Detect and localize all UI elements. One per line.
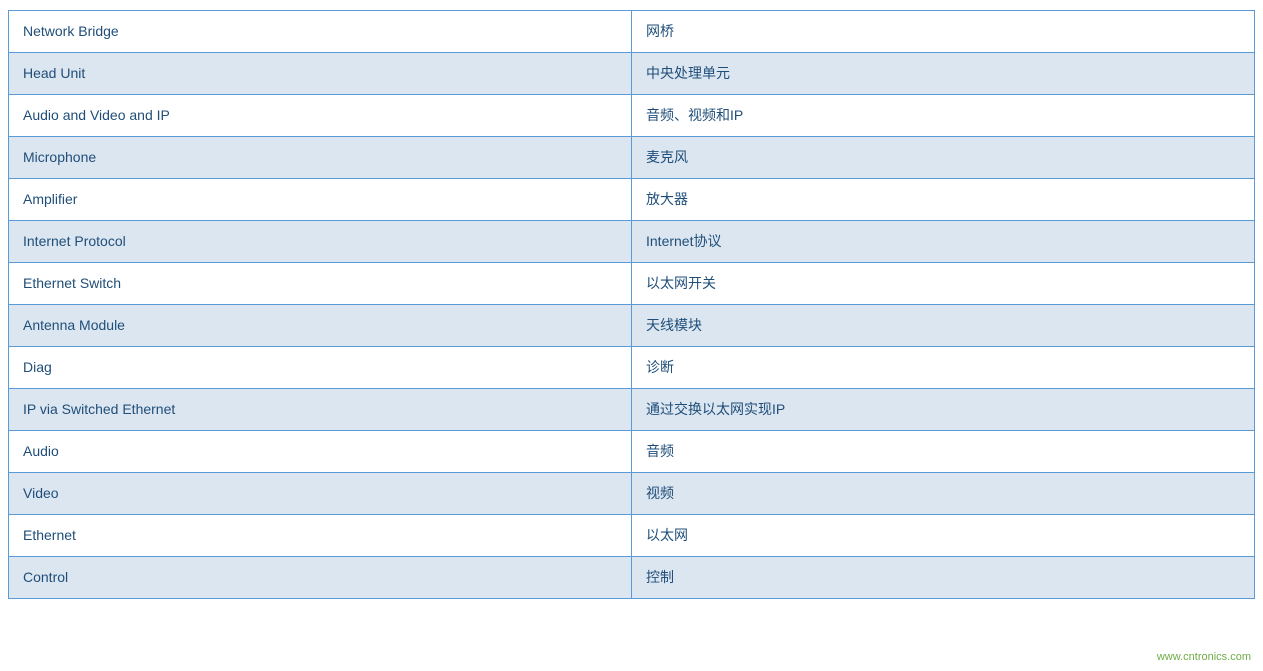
table-row: Diag诊断 <box>9 347 1255 389</box>
table-row: Audio and Video and IP音频、视频和IP <box>9 95 1255 137</box>
chinese-term: 控制 <box>632 557 1255 599</box>
table-row: Internet ProtocolInternet协议 <box>9 221 1255 263</box>
english-term: IP via Switched Ethernet <box>9 389 632 431</box>
english-term: Network Bridge <box>9 11 632 53</box>
chinese-term: 放大器 <box>632 179 1255 221</box>
chinese-term: 以太网开关 <box>632 263 1255 305</box>
english-term: Ethernet Switch <box>9 263 632 305</box>
chinese-term: 音频 <box>632 431 1255 473</box>
table-row: Microphone麦克风 <box>9 137 1255 179</box>
table-row: Audio音频 <box>9 431 1255 473</box>
table-row: Ethernet以太网 <box>9 515 1255 557</box>
chinese-term: 麦克风 <box>632 137 1255 179</box>
english-term: Video <box>9 473 632 515</box>
table-row: Control控制 <box>9 557 1255 599</box>
english-term: Control <box>9 557 632 599</box>
english-term: Diag <box>9 347 632 389</box>
english-term: Ethernet <box>9 515 632 557</box>
table-container: Network Bridge网桥Head Unit中央处理单元Audio and… <box>0 0 1263 629</box>
chinese-term: 以太网 <box>632 515 1255 557</box>
watermark: www.cntronics.com <box>1157 651 1251 663</box>
chinese-term: 音频、视频和IP <box>632 95 1255 137</box>
table-row: Video视频 <box>9 473 1255 515</box>
table-row: Amplifier放大器 <box>9 179 1255 221</box>
english-term: Audio and Video and IP <box>9 95 632 137</box>
chinese-term: Internet协议 <box>632 221 1255 263</box>
translation-table: Network Bridge网桥Head Unit中央处理单元Audio and… <box>8 10 1255 599</box>
chinese-term: 中央处理单元 <box>632 53 1255 95</box>
chinese-term: 视频 <box>632 473 1255 515</box>
english-term: Internet Protocol <box>9 221 632 263</box>
chinese-term: 天线模块 <box>632 305 1255 347</box>
table-row: Head Unit中央处理单元 <box>9 53 1255 95</box>
english-term: Audio <box>9 431 632 473</box>
english-term: Amplifier <box>9 179 632 221</box>
english-term: Head Unit <box>9 53 632 95</box>
chinese-term: 通过交换以太网实现IP <box>632 389 1255 431</box>
table-row: Antenna Module天线模块 <box>9 305 1255 347</box>
chinese-term: 诊断 <box>632 347 1255 389</box>
english-term: Antenna Module <box>9 305 632 347</box>
table-row: Network Bridge网桥 <box>9 11 1255 53</box>
english-term: Microphone <box>9 137 632 179</box>
table-row: Ethernet Switch以太网开关 <box>9 263 1255 305</box>
chinese-term: 网桥 <box>632 11 1255 53</box>
table-row: IP via Switched Ethernet通过交换以太网实现IP <box>9 389 1255 431</box>
